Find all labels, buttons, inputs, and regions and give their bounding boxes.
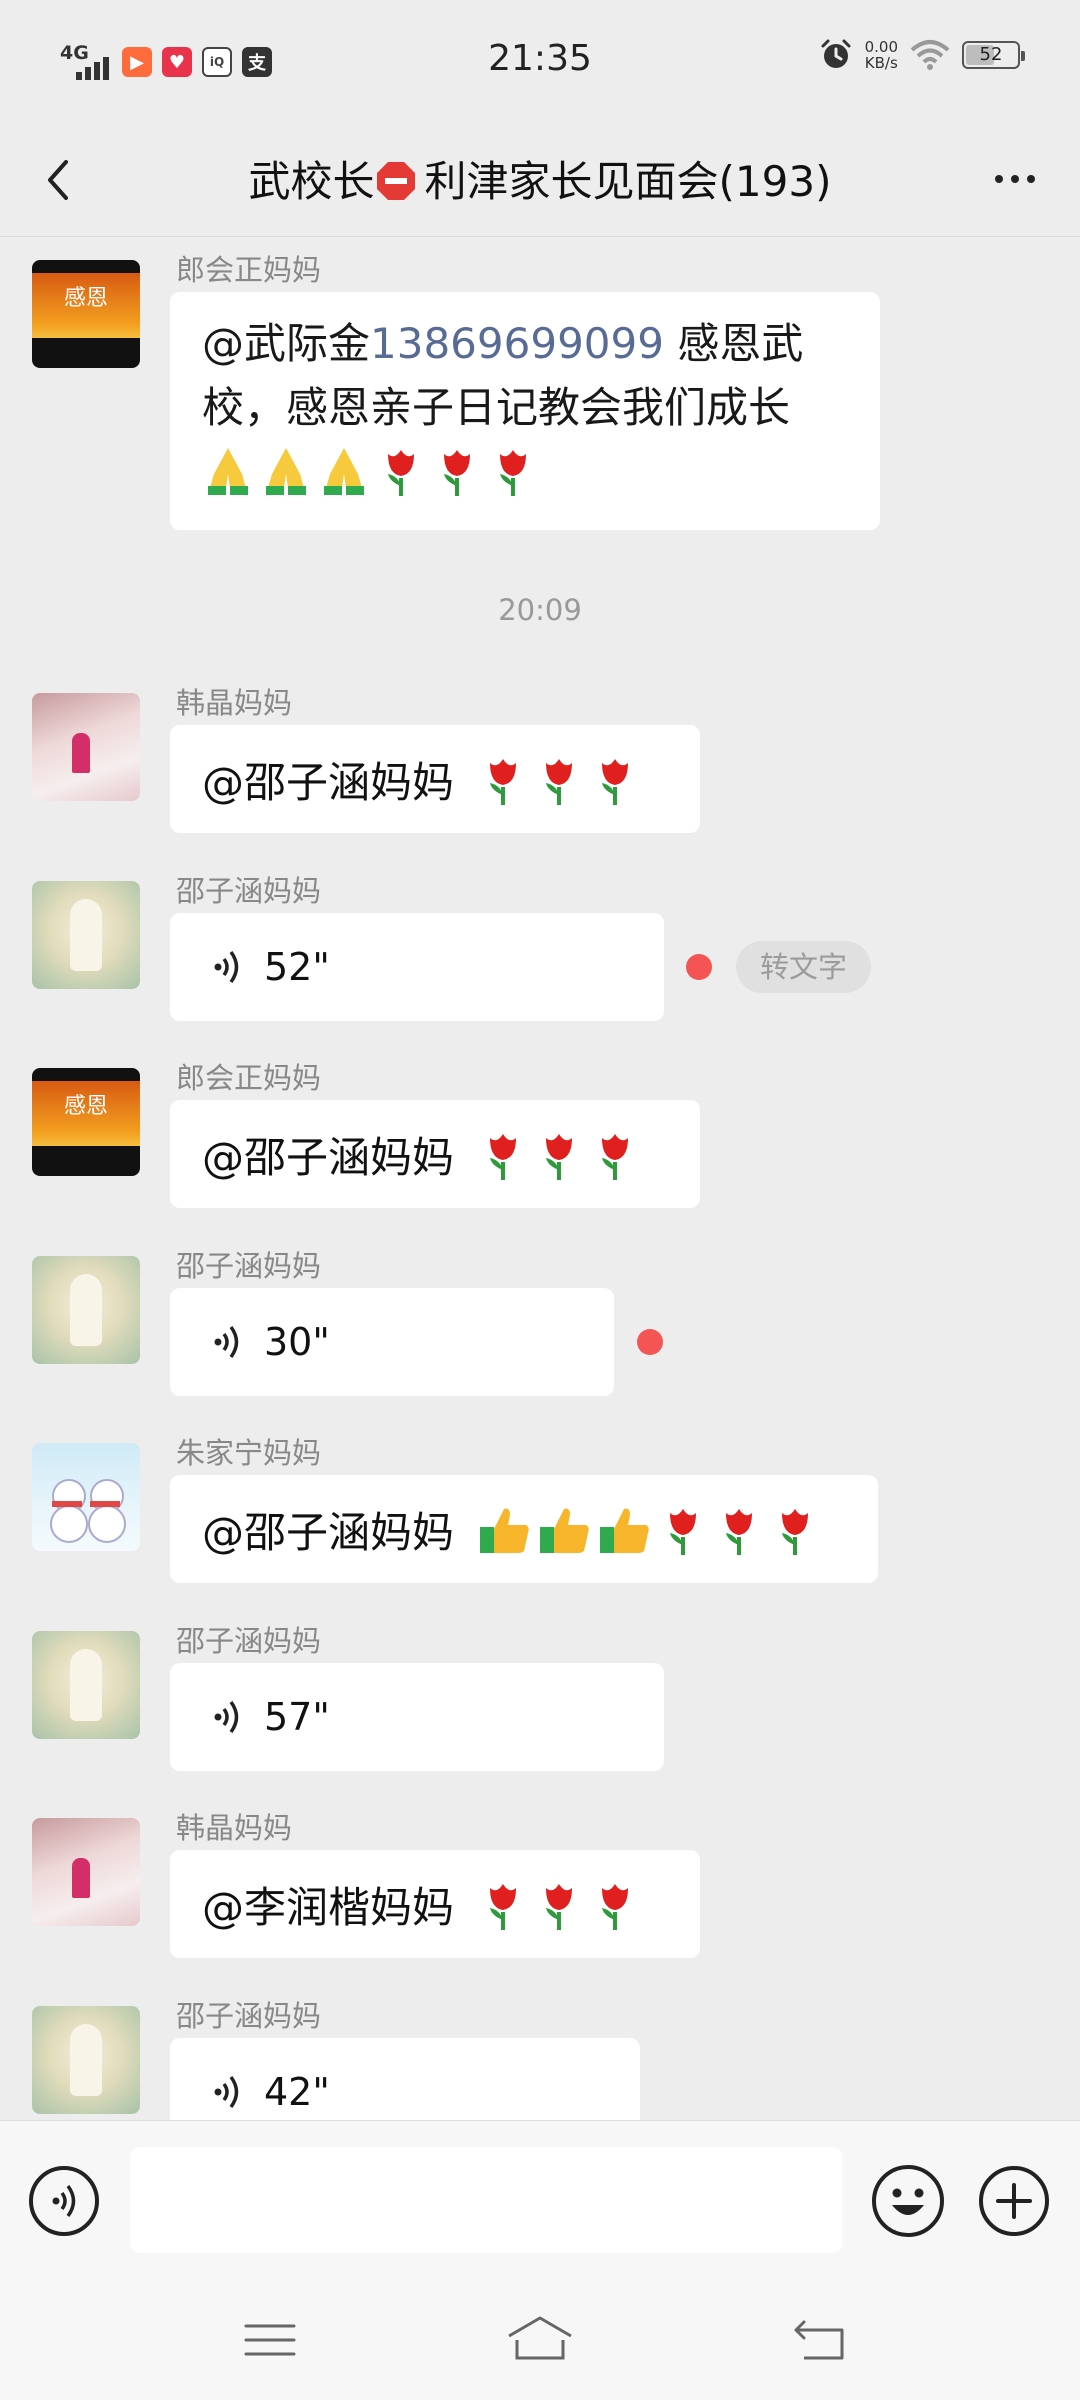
rose-emoji-icon [490, 1134, 517, 1180]
thumbs-up-emoji-icon [540, 1508, 589, 1553]
emoji-row [478, 1878, 640, 1930]
rose-emoji-icon [546, 759, 573, 805]
more-actions-plus-icon[interactable] [978, 2165, 1050, 2237]
voice-duration: 30" [264, 1320, 330, 1364]
rose-emoji-icon [726, 1509, 753, 1555]
mention[interactable]: @邵子涵妈妈 [202, 1499, 454, 1560]
menu-nav-icon[interactable] [240, 2310, 300, 2370]
mention[interactable]: @邵子涵妈妈 [202, 1124, 454, 1185]
message-bubble[interactable]: @武际金13869699099 感恩武校，感恩亲子日记教会我们成长 [170, 292, 880, 530]
sender-name: 韩晶妈妈 [176, 686, 293, 720]
more-options-icon[interactable] [980, 154, 1050, 204]
avatar-caption: 感恩 [63, 1094, 108, 1119]
message-bubble[interactable]: @李润楷妈妈 [170, 1850, 700, 1958]
status-bar: 4G ▶ ♥ iQ 支 21:35 0.00 KB/s 52 [0, 0, 1080, 120]
message-bubble[interactable]: @邵子涵妈妈 [170, 1475, 878, 1583]
pray-emoji-icon [266, 448, 306, 495]
rose-emoji-icon [670, 1509, 697, 1555]
voice-wave-icon [214, 1325, 239, 1359]
battery-icon: 52 [962, 41, 1025, 69]
chat-title: 武校长 利津家长见面会(193) [110, 148, 970, 209]
speed-unit: KB/s [864, 54, 898, 72]
rose-emoji-icon [500, 450, 526, 496]
unread-dot [637, 1329, 663, 1355]
thumbs-up-emoji-icon [480, 1508, 529, 1553]
message-bubble[interactable]: @邵子涵妈妈 [170, 1100, 700, 1208]
sender-name: 邵子涵妈妈 [176, 874, 322, 908]
wifi-icon [910, 40, 950, 70]
message-bubble[interactable]: @邵子涵妈妈 [170, 725, 700, 833]
unread-dot [686, 954, 712, 980]
rose-emoji-icon [490, 1884, 517, 1930]
voice-message-bubble[interactable]: 52" [170, 913, 664, 1021]
emoji-row [202, 444, 848, 496]
thumbs-up-emoji-icon [600, 1508, 649, 1553]
stop-sign-icon [376, 162, 415, 200]
emoji-picker-icon[interactable] [870, 2163, 946, 2239]
voice-duration: 42" [264, 2070, 330, 2114]
avatar-sakura-girl[interactable] [32, 693, 140, 801]
back-icon[interactable] [30, 150, 90, 210]
chat-header: 武校长 利津家长见面会(193) [0, 120, 1080, 237]
avatar-guanyin[interactable] [32, 1631, 140, 1739]
mention[interactable]: @武际金 [202, 319, 370, 368]
emoji-row [478, 753, 640, 805]
network-speed: 0.00 KB/s [865, 39, 898, 71]
message-input[interactable] [130, 2147, 842, 2253]
speed-value: 0.00 [864, 38, 898, 56]
system-navigation-bar [0, 2280, 1080, 2400]
avatar-guanyin[interactable] [32, 1256, 140, 1364]
battery-level: 52 [979, 44, 1003, 65]
title-suffix: 利津家长见面会(193) [424, 157, 832, 206]
rose-emoji-icon [782, 1509, 809, 1555]
sender-name: 韩晶妈妈 [176, 1811, 293, 1845]
alarm-icon [821, 39, 851, 68]
status-right-icons: 0.00 KB/s 52 [819, 38, 1025, 72]
avatar-gratitude[interactable]: 感恩 [32, 1068, 140, 1176]
input-bar [0, 2120, 1080, 2281]
avatar-guanyin[interactable] [32, 881, 140, 989]
mention[interactable]: @李润楷妈妈 [202, 1874, 454, 1935]
emoji-row [478, 1128, 640, 1180]
sender-name: 郎会正妈妈 [176, 253, 322, 287]
rose-emoji-icon [388, 450, 414, 496]
voice-wave-icon [214, 1700, 239, 1734]
voice-input-toggle-icon[interactable] [28, 2165, 100, 2237]
voice-wave-icon [214, 950, 239, 984]
voice-message-bubble[interactable]: 30" [170, 1288, 614, 1396]
pray-emoji-icon [324, 448, 364, 495]
rose-emoji-icon [546, 1134, 573, 1180]
rose-emoji-icon [602, 1884, 629, 1930]
emoji-row [478, 1503, 820, 1555]
phone-link[interactable]: 13869699099 [370, 319, 664, 368]
sender-name: 郎会正妈妈 [176, 1061, 322, 1095]
pray-emoji-icon [208, 448, 248, 495]
voice-message-bubble[interactable]: 42" [170, 2038, 640, 2120]
rose-emoji-icon [490, 759, 517, 805]
sender-name: 邵子涵妈妈 [176, 1624, 322, 1658]
sender-name: 朱家宁妈妈 [176, 1436, 322, 1470]
avatar-snowmen[interactable] [32, 1443, 140, 1551]
avatar-gratitude[interactable]: 感恩 [32, 260, 140, 368]
mention[interactable]: @邵子涵妈妈 [202, 749, 454, 810]
to-text-button[interactable]: 转文字 [736, 941, 872, 993]
sender-name: 邵子涵妈妈 [176, 1249, 322, 1283]
voice-wave-icon [214, 2075, 239, 2109]
voice-message-bubble[interactable]: 57" [170, 1663, 664, 1771]
message-list[interactable]: 感恩 郎会正妈妈 @武际金13869699099 感恩武校，感恩亲子日记教会我们… [0, 237, 1080, 2120]
title-prefix: 武校长 [248, 157, 375, 206]
rose-emoji-icon [602, 759, 629, 805]
avatar-caption: 感恩 [63, 286, 108, 311]
home-nav-icon[interactable] [505, 2310, 575, 2370]
rose-emoji-icon [546, 1884, 573, 1930]
back-nav-icon[interactable] [790, 2310, 850, 2370]
avatar-guanyin[interactable] [32, 2006, 140, 2114]
rose-emoji-icon [444, 450, 470, 496]
sender-name: 邵子涵妈妈 [176, 1999, 322, 2033]
voice-duration: 52" [264, 945, 330, 989]
voice-duration: 57" [264, 1695, 330, 1739]
timestamp: 20:09 [498, 593, 582, 627]
rose-emoji-icon [602, 1134, 629, 1180]
avatar-sakura-girl[interactable] [32, 1818, 140, 1926]
